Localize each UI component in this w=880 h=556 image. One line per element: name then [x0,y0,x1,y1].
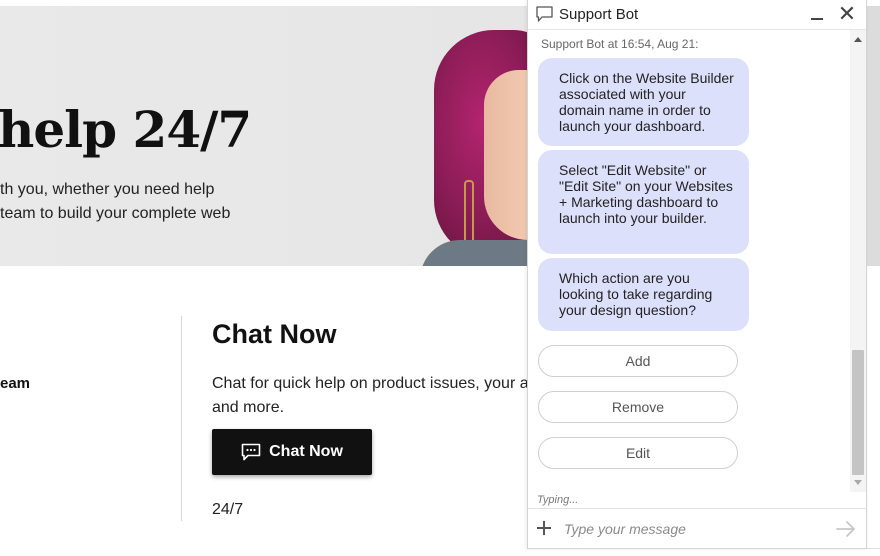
hero-description-line-1: th you, whether you need help [0,181,215,198]
scroll-down-arrow-icon[interactable] [850,478,866,488]
team-column-label: eam [0,375,31,392]
hero-portrait-image [420,30,554,266]
plus-icon[interactable] [534,518,554,538]
typing-indicator: Typing... [537,494,579,506]
chat-dots-icon [241,443,261,461]
message-input[interactable] [564,517,824,541]
column-divider [181,316,182,521]
bot-message: Select "Edit Website" or "Edit Site" on … [538,150,749,254]
portrait-shoulder [420,240,540,266]
option-remove-button[interactable]: Remove [538,391,738,423]
scroll-up-arrow-icon[interactable] [850,34,866,44]
chat-now-button-label: Chat Now [269,443,343,460]
hero-description-line-2: team to build your complete web [0,205,231,222]
minimize-icon[interactable] [808,5,826,25]
chat-scrollbar[interactable] [850,30,866,492]
option-add-button[interactable]: Add [538,345,738,377]
chat-now-heading: Chat Now [212,319,337,349]
option-edit-button[interactable]: Edit [538,437,738,469]
send-arrow-icon[interactable] [834,517,858,541]
support-bot-widget: Support Bot ✕ Support Bot at 16:54, Aug … [527,0,867,549]
widget-header: Support Bot ✕ [528,0,866,30]
chat-bubble-icon [536,6,553,28]
chat-description-line-2: and more. [212,399,285,416]
message-meta: Support Bot at 16:54, Aug 21: [541,37,699,51]
widget-title: Support Bot [559,6,639,23]
chat-hours: 24/7 [212,501,244,518]
message-input-bar [528,508,866,548]
bot-message: Click on the Website Builder associated … [538,58,749,146]
scrollbar-thumb[interactable] [852,350,864,475]
hero-title: help 24/7 [0,100,252,159]
bot-message: Which action are you looking to take reg… [538,258,749,331]
chat-now-button[interactable]: Chat Now [212,429,372,475]
close-icon[interactable]: ✕ [837,3,857,25]
chat-description-line-1: Chat for quick help on product issues, y… [212,375,529,392]
